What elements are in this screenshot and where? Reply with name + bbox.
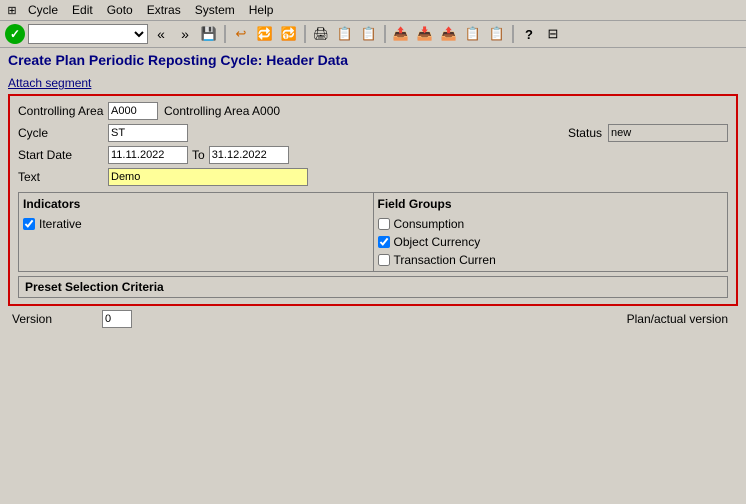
nav-forward-btn[interactable]: »	[174, 23, 196, 45]
page-title: Create Plan Periodic Reposting Cycle: He…	[0, 48, 746, 74]
version-label: Version	[12, 312, 102, 326]
start-date-row: Start Date To	[14, 144, 732, 166]
green-check-icon: ✓	[5, 24, 25, 44]
menu-edit[interactable]: Edit	[66, 2, 99, 18]
preset-selection-criteria-bar: Preset Selection Criteria	[18, 276, 728, 298]
iterative-label: Iterative	[39, 217, 82, 231]
iterative-row: Iterative	[23, 215, 369, 233]
text-label: Text	[18, 170, 108, 184]
iterative-checkbox[interactable]	[23, 218, 35, 230]
menu-extras[interactable]: Extras	[141, 2, 187, 18]
to-label: To	[192, 148, 205, 162]
status-input	[608, 124, 728, 142]
object-currency-row: Object Currency	[378, 233, 724, 251]
form-container: Controlling Area Controlling Area A000 C…	[8, 94, 738, 306]
controlling-area-row: Controlling Area Controlling Area A000	[14, 100, 732, 122]
controlling-area-label: Controlling Area	[18, 104, 108, 118]
transaction-curren-label: Transaction Curren	[394, 253, 496, 267]
text-row: Text	[14, 166, 732, 188]
indicators-header: Indicators	[23, 195, 369, 215]
transaction-curren-checkbox[interactable]	[378, 254, 390, 266]
start-date-input[interactable]	[108, 146, 188, 164]
toolbar: ✓ « » 💾 ↩ 🔁 🔂 🖨 📋 📋 📤 📥 📤 📋 📋 ? ⊟	[0, 21, 746, 48]
object-currency-checkbox[interactable]	[378, 236, 390, 248]
plan-actual-label: Plan/actual version	[627, 312, 728, 326]
menu-goto[interactable]: Goto	[101, 2, 139, 18]
upload-btn1[interactable]: 📤	[390, 23, 412, 45]
cycle-input[interactable]	[108, 124, 188, 142]
indicators-col: Indicators Iterative	[19, 193, 373, 271]
status-label: Status	[568, 126, 602, 140]
green-check-btn[interactable]: ✓	[4, 23, 26, 45]
attach-segment-button[interactable]: Attach segment	[8, 76, 91, 90]
menu-system[interactable]: System	[189, 2, 241, 18]
indicators-field-groups-section: Indicators Iterative Field Groups Consum…	[18, 192, 728, 272]
copy-btn2[interactable]: 📋	[358, 23, 380, 45]
controlling-area-input[interactable]	[108, 102, 158, 120]
app-icon: ⊞	[4, 2, 20, 18]
undo-btn[interactable]: ↩	[230, 23, 252, 45]
field-groups-col: Field Groups Consumption Object Currency…	[374, 193, 728, 271]
download-btn[interactable]: 📥	[414, 23, 436, 45]
cycle-status-row: Cycle Status	[14, 122, 732, 144]
controlling-area-text: Controlling Area A000	[164, 104, 280, 118]
text-input[interactable]	[108, 168, 308, 186]
copy-btn1[interactable]: 📋	[334, 23, 356, 45]
end-date-input[interactable]	[209, 146, 289, 164]
list-btn2[interactable]: 📋	[486, 23, 508, 45]
menu-cycle[interactable]: Cycle	[22, 2, 64, 18]
upload-btn2[interactable]: 📤	[438, 23, 460, 45]
object-currency-label: Object Currency	[394, 235, 481, 249]
refresh-btn1[interactable]: 🔁	[254, 23, 276, 45]
save-btn[interactable]: 💾	[198, 23, 220, 45]
separator-2	[304, 25, 306, 43]
refresh-btn2[interactable]: 🔂	[278, 23, 300, 45]
field-groups-header: Field Groups	[378, 195, 724, 215]
separator-1	[224, 25, 226, 43]
separator-4	[512, 25, 514, 43]
consumption-checkbox[interactable]	[378, 218, 390, 230]
separator-3	[384, 25, 386, 43]
consumption-row: Consumption	[378, 215, 724, 233]
nav-back-btn[interactable]: «	[150, 23, 172, 45]
settings-btn[interactable]: ⊟	[542, 23, 564, 45]
command-input[interactable]	[28, 24, 148, 44]
version-input[interactable]	[102, 310, 132, 328]
menu-help[interactable]: Help	[243, 2, 280, 18]
menu-bar: ⊞ Cycle Edit Goto Extras System Help	[0, 0, 746, 21]
consumption-label: Consumption	[394, 217, 465, 231]
help-btn[interactable]: ?	[518, 23, 540, 45]
cycle-label: Cycle	[18, 126, 108, 140]
print-btn[interactable]: 🖨	[310, 23, 332, 45]
version-row: Version Plan/actual version	[0, 306, 746, 332]
transaction-curren-row: Transaction Curren	[378, 251, 724, 269]
attach-segment-bar: Attach segment	[0, 74, 746, 94]
start-date-label: Start Date	[18, 148, 108, 162]
list-btn1[interactable]: 📋	[462, 23, 484, 45]
